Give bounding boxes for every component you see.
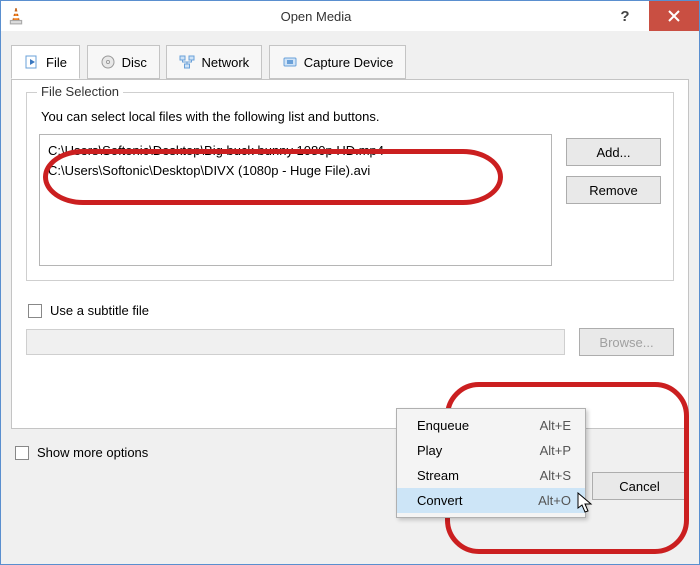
cursor-icon bbox=[577, 492, 595, 514]
convert-save-menu: Enqueue Alt+E Play Alt+P Stream Alt+S Co… bbox=[396, 408, 586, 518]
title-bar: Open Media ? bbox=[1, 1, 699, 31]
menu-item-stream[interactable]: Stream Alt+S bbox=[397, 463, 585, 488]
menu-item-play[interactable]: Play Alt+P bbox=[397, 438, 585, 463]
tab-file[interactable]: File bbox=[11, 45, 80, 79]
tab-panel-file: File Selection You can select local file… bbox=[11, 79, 689, 429]
close-button[interactable] bbox=[649, 1, 699, 31]
tab-capture-label: Capture Device bbox=[304, 55, 394, 70]
file-list-item[interactable]: C:\Users\Softonic\Desktop\Big buck bunny… bbox=[48, 141, 543, 161]
use-subtitle-checkbox[interactable] bbox=[28, 304, 42, 318]
use-subtitle-label: Use a subtitle file bbox=[50, 303, 149, 318]
file-selection-desc: You can select local files with the foll… bbox=[41, 109, 661, 124]
subtitle-path-input bbox=[26, 329, 565, 355]
tab-network[interactable]: Network bbox=[166, 45, 262, 79]
show-more-row: Show more options bbox=[15, 445, 148, 460]
tab-strip: File Disc Network Capture Device bbox=[11, 41, 689, 79]
network-tab-icon bbox=[179, 54, 195, 70]
browse-subtitle-button: Browse... bbox=[579, 328, 674, 356]
tab-network-label: Network bbox=[201, 55, 249, 70]
file-tab-icon bbox=[24, 54, 40, 70]
capture-tab-icon bbox=[282, 54, 298, 70]
menu-item-convert[interactable]: Convert Alt+O bbox=[397, 488, 585, 513]
tab-disc-label: Disc bbox=[122, 55, 147, 70]
remove-file-button[interactable]: Remove bbox=[566, 176, 661, 204]
window-title: Open Media bbox=[31, 9, 601, 24]
tab-disc[interactable]: Disc bbox=[87, 45, 160, 79]
file-selection-group: File Selection You can select local file… bbox=[26, 92, 674, 281]
file-list-item[interactable]: C:\Users\Softonic\Desktop\DIVX (1080p - … bbox=[48, 161, 543, 181]
vlc-cone-icon bbox=[7, 7, 25, 25]
tab-file-label: File bbox=[46, 55, 67, 70]
client-area: File Disc Network Capture Device File Se… bbox=[1, 31, 699, 466]
help-button[interactable]: ? bbox=[601, 1, 649, 31]
file-list[interactable]: C:\Users\Softonic\Desktop\Big buck bunny… bbox=[39, 134, 552, 266]
show-more-label: Show more options bbox=[37, 445, 148, 460]
file-selection-legend: File Selection bbox=[37, 84, 123, 99]
cancel-button[interactable]: Cancel bbox=[592, 472, 687, 500]
show-more-checkbox[interactable] bbox=[15, 446, 29, 460]
disc-tab-icon bbox=[100, 54, 116, 70]
subtitle-row: Use a subtitle file bbox=[28, 303, 672, 318]
menu-item-enqueue[interactable]: Enqueue Alt+E bbox=[397, 413, 585, 438]
open-media-dialog: Open Media ? File Disc Network Capture D… bbox=[0, 0, 700, 565]
tab-capture[interactable]: Capture Device bbox=[269, 45, 407, 79]
add-file-button[interactable]: Add... bbox=[566, 138, 661, 166]
